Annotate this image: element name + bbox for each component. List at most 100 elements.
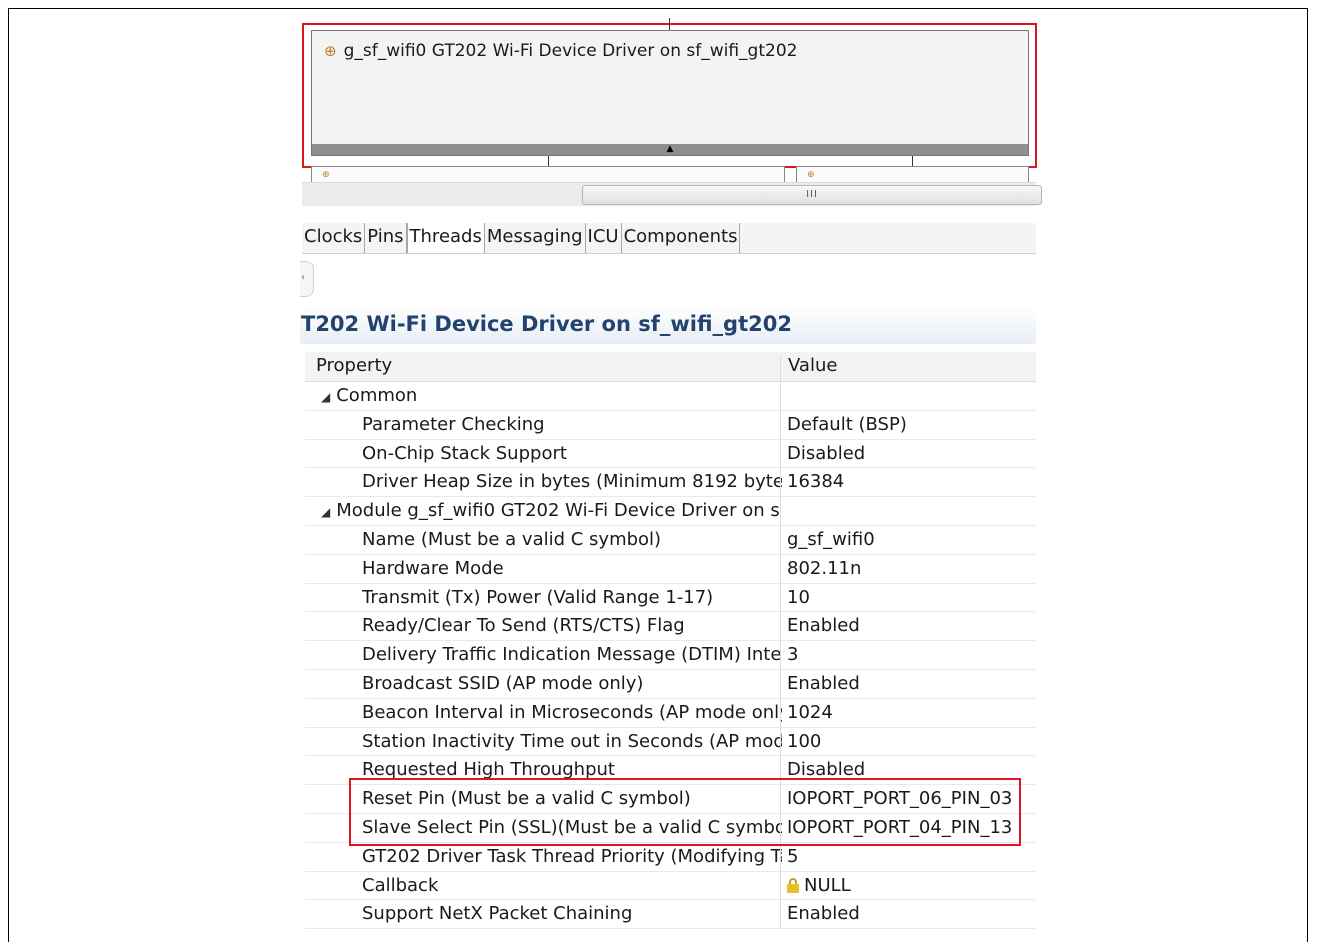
table-group-row[interactable]: ◢ Module g_sf_wifi0 GT202 Wi-Fi Device Dr… [305,497,1036,526]
table-row[interactable]: Transmit (Tx) Power (Valid Range 1-17) 10 [305,583,1036,613]
property-name: ◢ Module g_sf_wifi0 GT202 Wi-Fi Device Dr… [321,500,781,521]
column-header-property: Property [316,355,393,376]
property-value[interactable]: 16384 [787,471,1032,492]
property-name: Hardware Mode [362,558,782,579]
property-label: Driver Heap Size in bytes (Minimum 8192 … [362,471,782,493]
highlight-box-module [302,23,1037,168]
column-divider [780,554,781,583]
properties-header: T202 Wi-Fi Device Driver on sf_wifi_gt20… [300,306,1036,344]
tab-threads[interactable]: Threads [406,223,485,253]
lock-icon [787,877,799,893]
property-value-text: g_sf_wifi0 [787,528,875,550]
property-value-text: Default (BSP) [787,413,907,435]
table-row[interactable]: Parameter Checking Default (BSP) [305,410,1036,440]
property-name: ◢ Common [321,385,781,406]
property-label: Support NetX Packet Chaining [362,903,633,925]
table-row[interactable]: Delivery Traffic Indication Message (DTI… [305,641,1036,670]
table-row[interactable]: Driver Heap Size in bytes (Minimum 8192 … [305,468,1036,498]
property-value[interactable]: NULL [787,875,1032,896]
property-name: Parameter Checking [362,414,782,435]
property-value[interactable]: Enabled [787,615,1032,636]
expand-triangle-icon[interactable]: ◢ [321,505,330,519]
property-name: Broadcast SSID (AP mode only) [362,673,782,694]
property-name: Station Inactivity Time out in Seconds (… [362,731,782,752]
column-divider [780,410,781,439]
property-name: On-Chip Stack Support [362,443,782,464]
property-value[interactable]: Default (BSP) [787,414,1032,435]
column-divider [780,871,781,900]
property-value[interactable]: 802.11n [787,558,1032,579]
page-title: T202 Wi-Fi Device Driver on sf_wifi_gt20… [301,312,792,336]
scrollbar-thumb[interactable]: III [582,185,1042,205]
tab-pins[interactable]: Pins [365,223,407,253]
property-label: Callback [362,874,439,896]
table-row[interactable]: Name (Must be a valid C symbol) g_sf_wifi… [305,525,1036,555]
column-divider [780,497,781,525]
property-value-text: 100 [787,730,822,752]
property-value-text: 3 [787,644,799,666]
property-name: Ready/Clear To Send (RTS/CTS) Flag [362,615,782,636]
property-value-text: Enabled [787,903,860,925]
property-value[interactable]: 100 [787,731,1032,752]
connector-line [669,18,670,30]
tab-components[interactable]: Components [622,223,741,253]
property-value[interactable]: g_sf_wifi0 [787,529,1032,550]
property-value[interactable]: 5 [787,846,1032,867]
tab-clocks[interactable]: Clocks [302,223,366,253]
chevron-left-icon: ‹ [301,272,305,283]
child-module-block[interactable]: ⊕ [311,166,785,182]
property-label: Transmit (Tx) Power (Valid Range 1-17) [362,586,714,608]
table-row[interactable]: Support NetX Packet Chaining Enabled [305,900,1036,930]
column-divider [780,612,781,641]
tab-icu[interactable]: ICU [586,223,622,253]
property-value[interactable]: Enabled [787,673,1032,694]
expand-triangle-icon[interactable]: ◢ [321,390,330,404]
property-value[interactable]: Enabled [787,903,1032,924]
table-row[interactable]: Broadcast SSID (AP mode only) Enabled [305,669,1036,699]
horizontal-scrollbar[interactable]: III [302,182,1042,206]
property-value-text: 802.11n [787,557,862,579]
property-value-text: 10 [787,586,810,608]
child-module-block[interactable]: ⊕ [796,166,1029,182]
property-label: On-Chip Stack Support [362,442,567,464]
property-name: Callback [362,875,782,896]
table-row[interactable]: Station Inactivity Time out in Seconds (… [305,727,1036,757]
property-value-text: 1024 [787,701,833,723]
table-group-row[interactable]: ◢ Common [305,382,1036,411]
property-value[interactable]: 10 [787,587,1032,608]
property-name: Beacon Interval in Microseconds (AP mode… [362,702,782,723]
property-label: Delivery Traffic Indication Message (DTI… [362,644,782,666]
column-divider [780,382,781,410]
property-label: Ready/Clear To Send (RTS/CTS) Flag [362,615,685,637]
column-divider [780,669,781,698]
properties-view-tab[interactable]: ‹ [300,261,314,297]
table-row[interactable]: Ready/Clear To Send (RTS/CTS) Flag Enable… [305,612,1036,642]
column-divider [780,439,781,468]
column-divider [780,698,781,727]
property-label: Beacon Interval in Microseconds (AP mode… [362,701,782,723]
table-row[interactable]: Beacon Interval in Microseconds (AP mode… [305,698,1036,728]
tab-messaging[interactable]: Messaging [485,223,586,253]
column-header-value: Value [788,355,838,376]
property-name: Delivery Traffic Indication Message (DTI… [362,644,782,665]
table-row[interactable]: Callback NULL [305,871,1036,901]
property-label: Broadcast SSID (AP mode only) [362,672,644,694]
table-row[interactable]: GT202 Driver Task Thread Priority (Modif… [305,842,1036,872]
scrollbar-grip-icon: III [806,189,818,200]
property-label: GT202 Driver Task Thread Priority (Modif… [362,845,782,867]
table-row[interactable]: Hardware Mode 802.11n [305,554,1036,584]
property-value-text: 16384 [787,471,845,493]
property-label: Module g_sf_wifi0 GT202 Wi-Fi Device Dri… [336,500,781,522]
property-label: Common [336,385,418,406]
column-divider [780,900,781,929]
property-value[interactable]: 3 [787,644,1032,665]
property-label: Hardware Mode [362,557,504,579]
table-row[interactable]: On-Chip Stack Support Disabled [305,439,1036,469]
property-label: Station Inactivity Time out in Seconds (… [362,730,782,752]
column-divider[interactable] [780,355,781,381]
column-divider [780,468,781,497]
property-value-text: Disabled [787,442,866,464]
property-value[interactable]: 1024 [787,702,1032,723]
property-value[interactable]: Disabled [787,443,1032,464]
column-divider [780,842,781,871]
